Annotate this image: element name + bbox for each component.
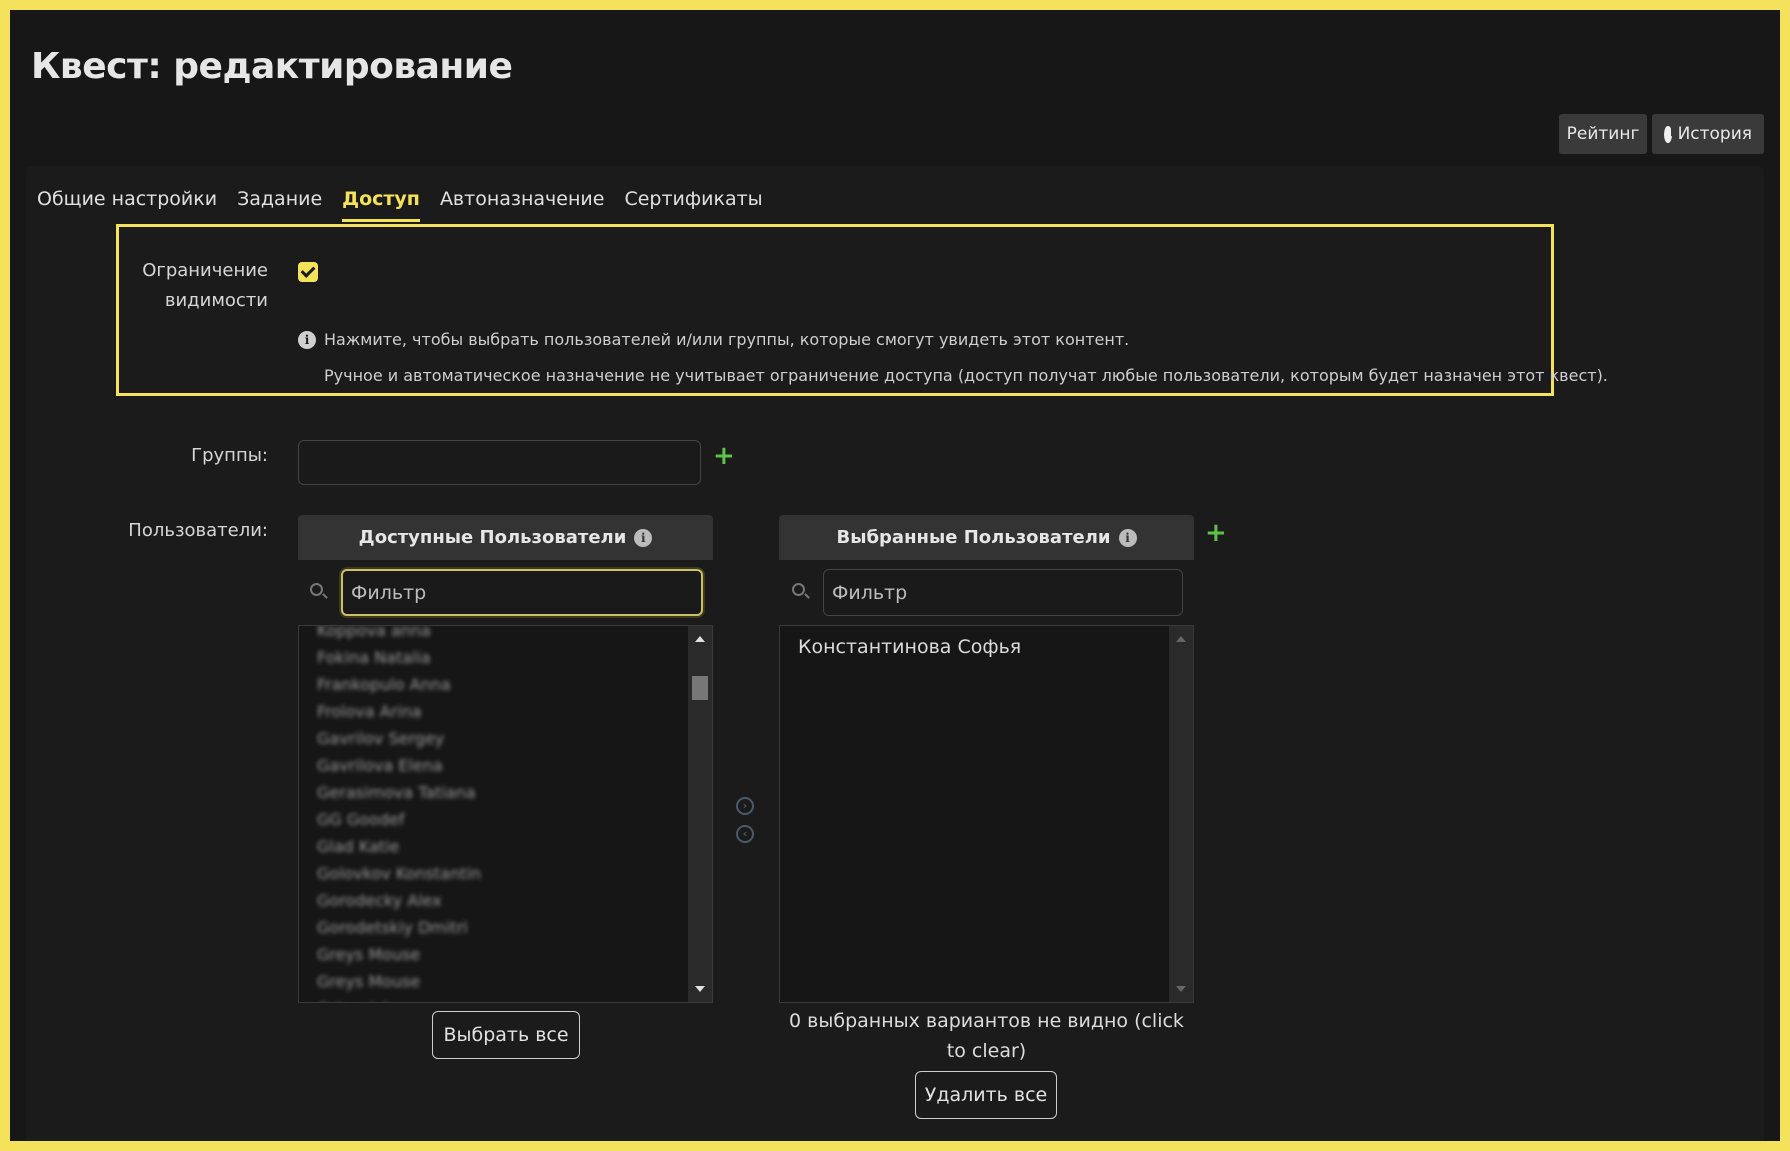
tab-access[interactable]: Доступ xyxy=(332,180,430,222)
add-group-plus-icon[interactable]: + xyxy=(713,443,735,469)
users-label: Пользователи: xyxy=(128,520,268,541)
tab-auto-assign[interactable]: Автоназначение xyxy=(430,180,615,222)
tab-bar: Общие настройки Задание Доступ Автоназна… xyxy=(27,180,773,222)
arrow-left-icon[interactable]: ‹ xyxy=(736,825,754,843)
search-icon xyxy=(792,583,805,596)
list-item[interactable]: Константинова Софья xyxy=(798,636,1021,658)
groups-input[interactable] xyxy=(298,440,701,485)
tab-general-settings[interactable]: Общие настройки xyxy=(27,180,227,222)
scroll-down-arrow-icon[interactable] xyxy=(1176,986,1186,992)
rating-button[interactable]: Рейтинг xyxy=(1559,114,1647,154)
list-item[interactable]: Frankopulo Anna xyxy=(317,671,481,698)
page-title: Квест: редактирование xyxy=(31,46,513,87)
history-button-label: История xyxy=(1677,124,1752,144)
available-users-title: Доступные Пользователи xyxy=(358,527,627,548)
scroll-thumb[interactable] xyxy=(692,676,708,700)
selected-users-filter-input[interactable] xyxy=(823,569,1183,616)
visibility-checkbox[interactable] xyxy=(298,262,318,282)
visibility-note: Ручное и автоматическое назначение не уч… xyxy=(324,366,1608,385)
list-item[interactable]: Greys Mouse xyxy=(317,968,481,995)
scrollbar[interactable] xyxy=(1169,626,1193,1002)
scroll-up-arrow-icon[interactable] xyxy=(1176,636,1186,642)
search-icon xyxy=(310,583,323,596)
list-item[interactable]: Greys Mouse xyxy=(317,941,481,968)
tab-certificates[interactable]: Сертификаты xyxy=(614,180,772,222)
list-item[interactable]: Koppova anna xyxy=(317,626,481,644)
list-item[interactable]: Gavrilova Elena xyxy=(317,752,481,779)
hidden-selection-note[interactable]: 0 выбранных вариантов не видно (click to… xyxy=(779,1006,1194,1066)
select-all-button[interactable]: Выбрать все xyxy=(432,1011,580,1059)
delete-all-button[interactable]: Удалить все xyxy=(915,1071,1057,1119)
list-item[interactable]: Frolova Arina xyxy=(317,698,481,725)
selected-users-list[interactable]: Константинова Софья xyxy=(779,625,1194,1003)
list-item[interactable]: Gerasimova Tatiana xyxy=(317,779,481,806)
info-icon[interactable]: i xyxy=(634,528,653,547)
available-users-items: Koppova anna Fokina Natalia Frankopulo Ann… xyxy=(317,626,481,1002)
list-item[interactable]: Grinevich xyxy=(317,995,481,1002)
visibility-hint: Нажмите, чтобы выбрать пользователей и/и… xyxy=(324,330,1130,349)
clock-icon xyxy=(1664,125,1676,143)
available-users-list[interactable]: Koppova anna Fokina Natalia Frankopulo Ann… xyxy=(298,625,713,1003)
selected-users-title: Выбранные Пользователи xyxy=(836,527,1111,548)
available-users-header: Доступные Пользователи i xyxy=(298,515,713,560)
arrow-right-icon[interactable]: › xyxy=(736,797,754,815)
list-item[interactable]: Glad Katie xyxy=(317,833,481,860)
list-item[interactable]: Gorodetskiy Dmitri xyxy=(317,914,481,941)
visibility-label: Ограничение видимости xyxy=(110,256,268,316)
tab-task[interactable]: Задание xyxy=(227,180,332,222)
list-item[interactable]: Gavrilov Sergey xyxy=(317,725,481,752)
list-item[interactable]: Gorodecky Alex xyxy=(317,887,481,914)
available-users-filter-input[interactable] xyxy=(341,569,703,616)
visibility-label-line1: Ограничение xyxy=(142,260,268,281)
list-item[interactable]: Golovkov Konstantin xyxy=(317,860,481,887)
scroll-down-arrow-icon[interactable] xyxy=(695,986,705,992)
add-user-plus-icon[interactable]: + xyxy=(1205,520,1227,546)
groups-label: Группы: xyxy=(191,445,268,466)
info-icon[interactable]: i xyxy=(1118,528,1137,547)
scrollbar[interactable] xyxy=(688,626,712,1002)
rating-button-label: Рейтинг xyxy=(1566,124,1640,144)
list-item[interactable]: Fokina Natalia xyxy=(317,644,481,671)
selected-users-header: Выбранные Пользователи i xyxy=(779,515,1194,560)
history-button[interactable]: История xyxy=(1652,114,1764,154)
visibility-label-line2: видимости xyxy=(164,290,268,311)
info-icon: i xyxy=(298,331,316,349)
list-item[interactable]: GG Goodef xyxy=(317,806,481,833)
scroll-up-arrow-icon[interactable] xyxy=(695,636,705,642)
